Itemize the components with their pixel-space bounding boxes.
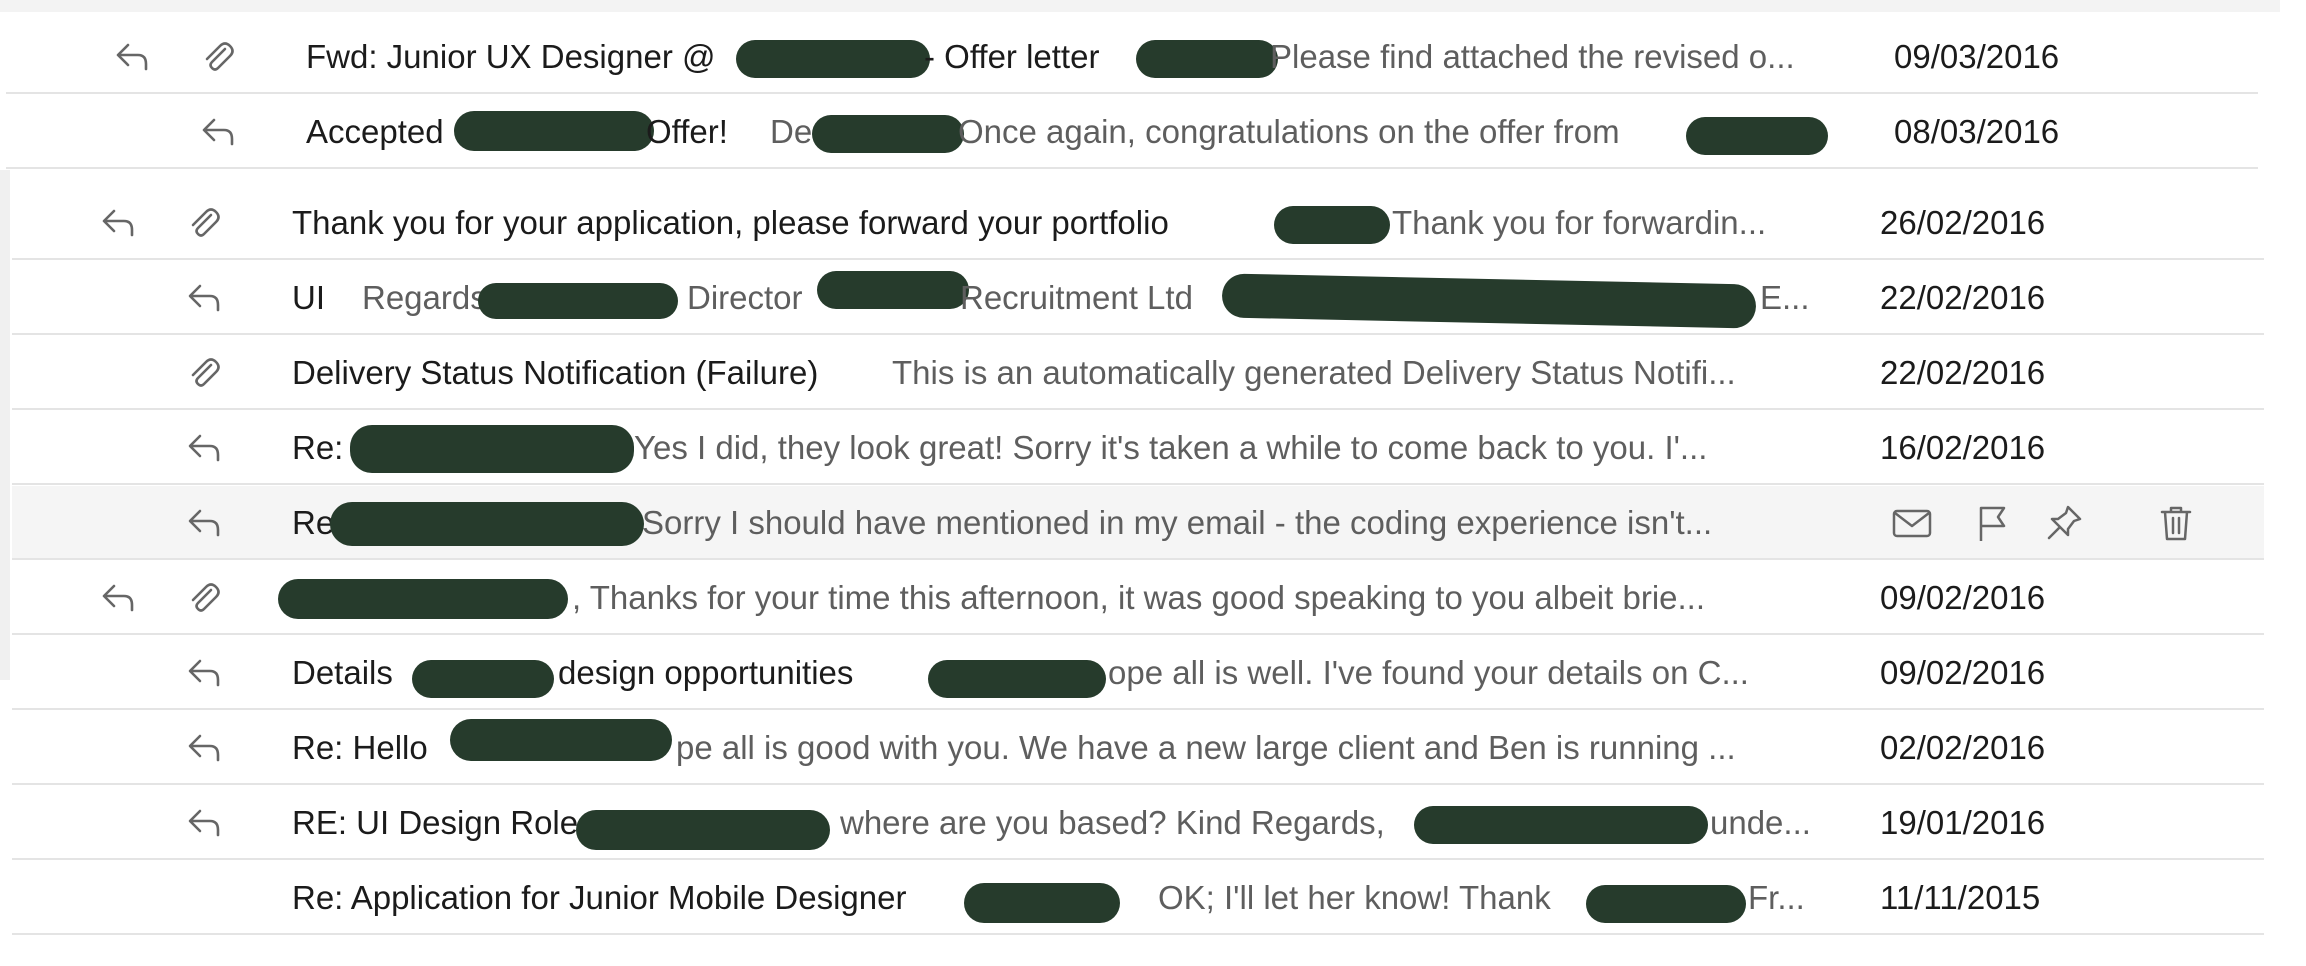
redacted-text: [1586, 885, 1746, 923]
email-preview: Sorry I should have mentioned in my emai…: [642, 504, 1713, 541]
redacted-text: [1274, 206, 1390, 244]
paperclip-icon: [198, 37, 238, 77]
email-date: 09/02/2016: [1880, 654, 2046, 691]
redacted-text: [964, 883, 1120, 923]
email-date: 22/02/2016: [1880, 279, 2046, 316]
email-preview-continued: Once again, congratulations on the offer…: [958, 113, 1620, 150]
reply-icon: [184, 728, 224, 768]
redacted-text: [478, 283, 678, 319]
email-subject: Re: [292, 504, 335, 541]
email-row[interactable]: Re: Application for Junior Mobile Design…: [12, 861, 2264, 935]
redacted-text: [450, 719, 672, 761]
redacted-text: [1414, 806, 1708, 844]
email-date: 22/02/2016: [1880, 354, 2046, 391]
redacted-text: [350, 425, 634, 473]
redacted-text: [1136, 40, 1278, 78]
reply-icon: [98, 578, 138, 618]
envelope-icon[interactable]: [1890, 501, 1934, 545]
redacted-text: [454, 111, 654, 151]
email-preview: Please find attached the revised o...: [1270, 38, 1795, 75]
email-preview: pe all is good with you. We have a new l…: [676, 729, 1736, 766]
email-preview-continued: Director: [687, 279, 803, 316]
redacted-text: [817, 271, 969, 309]
email-row[interactable]: , Thanks for your time this afternoon, i…: [12, 561, 2264, 635]
email-preview: , Thanks for your time this afternoon, i…: [572, 579, 1706, 616]
email-row[interactable]: Accepted Offer! De Once again, congratul…: [6, 95, 2258, 169]
list-left-edge: [0, 170, 10, 680]
redacted-text: [278, 579, 568, 619]
email-row[interactable]: Details design opportunities ope all is …: [12, 636, 2264, 710]
reply-icon: [98, 203, 138, 243]
redacted-text: [330, 502, 644, 546]
email-row[interactable]: Re: Hello pe all is good with you. We ha…: [12, 711, 2264, 785]
email-preview: OK; I'll let her know! Thank: [1158, 879, 1551, 916]
reply-icon: [184, 653, 224, 693]
email-row[interactable]: Fwd: Junior UX Designer @ - Offer letter…: [6, 20, 2258, 94]
flag-icon[interactable]: [1970, 501, 2014, 545]
redacted-text: [1686, 117, 1828, 155]
redacted-text: [1221, 273, 1757, 329]
reply-icon: [184, 278, 224, 318]
paperclip-icon: [184, 353, 224, 393]
trash-icon[interactable]: [2154, 501, 2198, 545]
email-subject: RE: UI Design Role: [292, 804, 579, 841]
email-preview: Regards: [362, 279, 487, 316]
email-preview-continued: Fr...: [1748, 879, 1805, 916]
redacted-text: [928, 660, 1106, 698]
email-preview: where are you based? Kind Regards,: [840, 804, 1385, 841]
redacted-text: [412, 660, 554, 698]
email-date: 02/02/2016: [1880, 729, 2046, 766]
email-row[interactable]: Re: Yes I did, they look great! Sorry it…: [12, 411, 2264, 485]
email-subject: Re: Application for Junior Mobile Design…: [292, 879, 907, 916]
redacted-text: [736, 40, 930, 78]
email-subject: Re: Hello: [292, 729, 428, 766]
email-preview-continued: E...: [1760, 279, 1810, 316]
email-preview: Thank you for forwardin...: [1392, 204, 1767, 241]
redacted-text: [812, 115, 964, 153]
email-subject: Details: [292, 654, 393, 691]
email-date: 26/02/2016: [1880, 204, 2046, 241]
email-preview-continued: Recruitment Ltd: [960, 279, 1193, 316]
reply-icon: [184, 803, 224, 843]
reply-icon: [112, 37, 152, 77]
email-row[interactable]: RE: UI Design Role where are you based? …: [12, 786, 2264, 860]
paperclip-icon: [184, 203, 224, 243]
email-subject: Accepted: [306, 113, 444, 150]
email-row[interactable]: Delivery Status Notification (Failure) T…: [12, 336, 2264, 410]
email-subject: Fwd: Junior UX Designer @: [306, 38, 716, 75]
email-subject: Thank you for your application, please f…: [292, 204, 1169, 241]
email-subject: UI: [292, 279, 325, 316]
email-row[interactable]: UI Regards Director Recruitment Ltd E...…: [12, 261, 2264, 335]
email-subject-continued: design opportunities: [558, 654, 854, 691]
email-date: 16/02/2016: [1880, 429, 2046, 466]
email-row[interactable]: Re Sorry I should have mentioned in my e…: [12, 486, 2264, 560]
paperclip-icon: [184, 578, 224, 618]
redacted-text: [576, 810, 830, 850]
email-date: 09/03/2016: [1894, 38, 2060, 75]
email-row[interactable]: Thank you for your application, please f…: [12, 186, 2264, 260]
pin-icon[interactable]: [2042, 501, 2086, 545]
email-date: 09/02/2016: [1880, 579, 2046, 616]
reply-icon: [184, 428, 224, 468]
email-subject: Re:: [292, 429, 344, 466]
reply-icon: [184, 503, 224, 543]
email-subject-continued: Offer!: [646, 113, 728, 150]
email-preview-continued: unde...: [1710, 804, 1811, 841]
email-subject-continued: - Offer letter: [924, 38, 1100, 75]
reply-icon: [198, 112, 238, 152]
list-top-edge: [0, 0, 2280, 12]
email-date: 11/11/2015: [1880, 879, 2041, 916]
email-preview: Yes I did, they look great! Sorry it's t…: [634, 429, 1708, 466]
email-date: 08/03/2016: [1894, 113, 2060, 150]
email-date: 19/01/2016: [1880, 804, 2046, 841]
email-subject: Delivery Status Notification (Failure): [292, 354, 819, 391]
email-preview: ope all is well. I've found your details…: [1108, 654, 1749, 691]
email-preview: This is an automatically generated Deliv…: [892, 354, 1736, 391]
